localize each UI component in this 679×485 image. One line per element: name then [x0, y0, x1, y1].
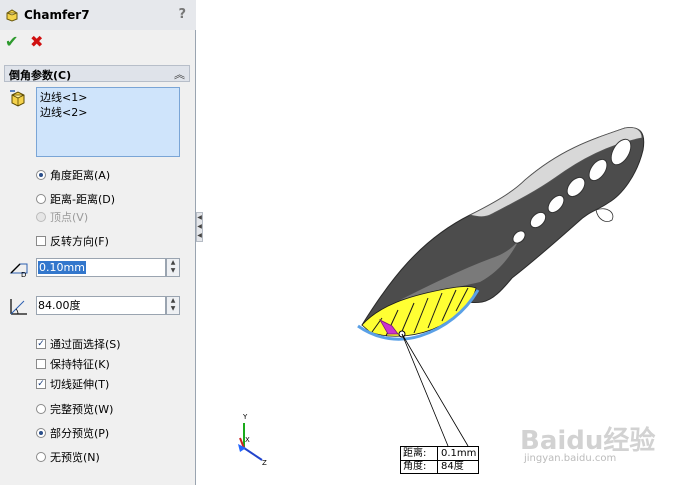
- distance-value: 0.10mm: [38, 261, 86, 274]
- callout-leader: [401, 333, 469, 447]
- callout-leader: [401, 333, 449, 447]
- distance-icon: D: [9, 263, 28, 278]
- edge-selection-icon: [10, 90, 25, 107]
- distance-spinner[interactable]: ▲ ▼: [166, 258, 180, 277]
- radio-full-preview[interactable]: 完整预览(W): [36, 401, 113, 416]
- help-icon[interactable]: ?: [178, 7, 186, 22]
- spin-up-icon[interactable]: ▲: [167, 297, 179, 305]
- radio-label: 完整预览(W): [50, 402, 114, 416]
- spin-down-icon[interactable]: ▼: [167, 305, 179, 313]
- axis-z-label: Z: [262, 459, 267, 467]
- axis-triad: [238, 423, 263, 461]
- axis-x-label: X: [245, 436, 250, 444]
- spin-up-icon[interactable]: ▲: [167, 259, 179, 267]
- callout-angle-value[interactable]: 84度: [437, 460, 464, 473]
- angle-value: 84.00度: [38, 299, 81, 312]
- list-item[interactable]: 边线<1>: [40, 90, 176, 105]
- dimension-callout[interactable]: 距离: 0.1mm 角度: 84度: [400, 446, 479, 474]
- axis-y-label: Y: [243, 413, 248, 421]
- angle-spinner[interactable]: ▲ ▼: [166, 296, 180, 315]
- checkbox-label: 通过面选择(S): [50, 337, 121, 351]
- distance-input[interactable]: 0.10mm: [36, 258, 166, 277]
- tangent-propagation-checkbox[interactable]: ✓ 切线延伸(T): [36, 376, 109, 391]
- checkbox-label: 反转方向(F): [50, 234, 109, 248]
- checkbox[interactable]: [36, 235, 46, 246]
- radio-label: 顶点(V): [50, 210, 89, 224]
- chamfer-icon: [6, 9, 18, 22]
- group-title: 倒角参数(C): [9, 69, 72, 82]
- radio-label: 无预览(N): [50, 450, 100, 464]
- watermark-logo: Baidu经验: [520, 426, 656, 456]
- radio-button[interactable]: [36, 427, 46, 438]
- checkbox[interactable]: ✓: [36, 338, 46, 349]
- radio-vertex: 顶点(V): [36, 209, 88, 224]
- callout-distance-label: 距离:: [403, 448, 427, 459]
- callout-distance-row: 距离: 0.1mm: [401, 447, 478, 461]
- radio-label: 角度距离(A): [50, 168, 111, 182]
- radio-button[interactable]: [36, 451, 46, 462]
- list-item[interactable]: 边线<2>: [40, 105, 176, 120]
- collapse-icon[interactable]: ︽: [174, 66, 185, 82]
- cancel-button[interactable]: ✖: [30, 34, 46, 50]
- radio-button[interactable]: [36, 193, 46, 204]
- spin-down-icon[interactable]: ▼: [167, 267, 179, 275]
- select-through-faces-checkbox[interactable]: ✓ 通过面选择(S): [36, 336, 121, 351]
- radio-label: 距离-距离(D): [50, 192, 116, 206]
- radio-partial-preview[interactable]: 部分预览(P): [36, 425, 109, 440]
- panel-splitter[interactable]: ◀ ◀ ◀: [196, 212, 203, 242]
- radio-button[interactable]: [36, 169, 46, 180]
- checkbox-label: 保持特征(K): [50, 357, 110, 371]
- property-manager: Chamfer7 ? ✔ ✖ 倒角参数(C) ︽ 边线<1> 边线<2> 角度距…: [0, 0, 196, 485]
- collapse-left-icon[interactable]: ◀: [197, 231, 202, 240]
- knife-blade: [361, 127, 645, 326]
- title-bar: Chamfer7 ?: [0, 0, 196, 30]
- flip-direction-checkbox[interactable]: 反转方向(F): [36, 233, 109, 248]
- angle-icon: [10, 299, 27, 315]
- handle-notch: [595, 208, 614, 222]
- watermark-url: jingyan.baidu.com: [524, 453, 617, 464]
- radio-button[interactable]: [36, 403, 46, 414]
- checkbox[interactable]: ✓: [36, 378, 46, 389]
- radio-button: [36, 211, 46, 222]
- checkbox-label: 切线延伸(T): [50, 377, 110, 391]
- chamfer-parameters-header[interactable]: 倒角参数(C) ︽: [4, 65, 190, 82]
- radio-distance-distance[interactable]: 距离-距离(D): [36, 191, 115, 206]
- svg-text:D: D: [21, 271, 26, 278]
- checkbox[interactable]: [36, 358, 46, 369]
- radio-angle-distance[interactable]: 角度距离(A): [36, 167, 110, 182]
- callout-angle-label: 角度:: [403, 461, 427, 472]
- callout-distance-value[interactable]: 0.1mm: [437, 447, 476, 460]
- collapse-left-icon[interactable]: ◀: [197, 213, 202, 222]
- feature-title: Chamfer7: [24, 8, 90, 22]
- radio-no-preview[interactable]: 无预览(N): [36, 449, 100, 464]
- edge-selection-list[interactable]: 边线<1> 边线<2>: [36, 87, 180, 157]
- collapse-left-icon[interactable]: ◀: [197, 222, 202, 231]
- keep-features-checkbox[interactable]: 保持特征(K): [36, 356, 110, 371]
- angle-input[interactable]: 84.00度: [36, 296, 166, 315]
- ok-button[interactable]: ✔: [5, 34, 21, 50]
- radio-label: 部分预览(P): [50, 426, 110, 440]
- graphics-viewport[interactable]: [204, 0, 679, 485]
- callout-angle-row: 角度: 84度: [401, 460, 478, 473]
